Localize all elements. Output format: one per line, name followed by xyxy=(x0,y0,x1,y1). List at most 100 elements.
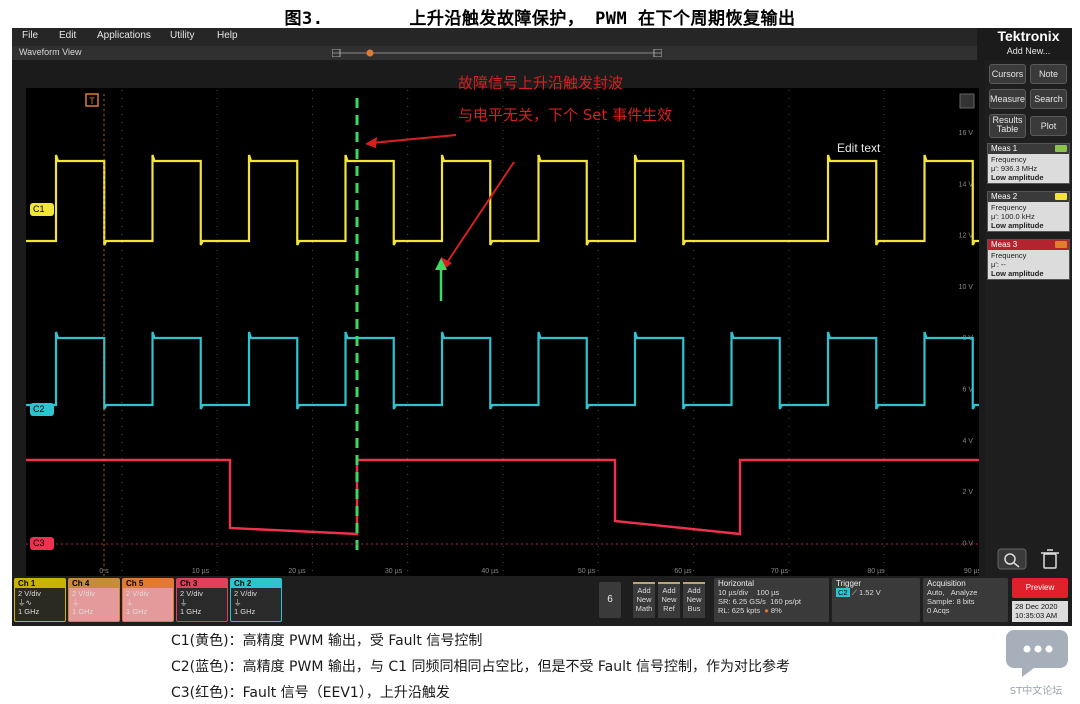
x-tick-label: 70 µs xyxy=(771,568,789,575)
meas-2-status: Low amplitude xyxy=(991,221,1044,230)
ch2-coupling-icon: ⏚ xyxy=(234,598,242,607)
ch3-badge-title: Ch 3 xyxy=(177,579,227,588)
edit-text-label[interactable]: Edit text xyxy=(837,141,880,155)
x-tick-label: 60 µs xyxy=(674,568,692,575)
ch1-badge[interactable]: Ch 1 2 V/div ⏚∿ 1 GHz xyxy=(14,578,66,622)
x-tick-label: 80 µs xyxy=(867,568,885,575)
annotation-arrow-2 xyxy=(445,161,515,265)
cursors-button[interactable]: Cursors xyxy=(989,64,1026,84)
c1-waveform xyxy=(26,154,979,246)
add-new-label[interactable]: Add New... xyxy=(985,46,1072,56)
waveform-view-label: Waveform View xyxy=(19,47,82,57)
ch4-bw: 1 GHz xyxy=(72,607,94,616)
ch3-bw: 1 GHz xyxy=(180,607,202,616)
meas-1-status: Low amplitude xyxy=(991,173,1044,182)
preview-button[interactable]: Preview xyxy=(1012,578,1068,598)
ch4-coupling-icon: ⏚ xyxy=(72,598,80,607)
c2-marker[interactable]: C2 xyxy=(30,403,54,416)
acquisition-panel[interactable]: Acquisition Auto, Analyze Sample: 8 bits… xyxy=(923,578,1008,622)
menu-utility[interactable]: Utility xyxy=(170,30,194,41)
ch1-badge-title: Ch 1 xyxy=(15,579,65,588)
plot-button[interactable]: Plot xyxy=(1030,116,1067,136)
y-tick-label: 10 V xyxy=(959,284,974,291)
menu-help[interactable]: Help xyxy=(217,30,238,41)
trigger-source: C2 xyxy=(836,588,850,597)
ch3-badge[interactable]: Ch 3 2 V/div ⏚ 1 GHz xyxy=(176,578,228,622)
meas-3-title: Meas 3 xyxy=(991,240,1018,249)
meas-3-badge xyxy=(1055,241,1067,248)
ch1-coupling-icon: ⏚∿ xyxy=(18,598,32,607)
ch2-badge[interactable]: Ch 2 2 V/div ⏚ 1 GHz xyxy=(230,578,282,622)
meas-1-type: Frequency xyxy=(991,155,1027,164)
brand-logo: Tektronix xyxy=(997,28,1060,44)
results-table-button[interactable]: Results Table xyxy=(989,114,1026,138)
meas-1-panel[interactable]: Meas 1 Frequency μ': 936.3 MHz Low amplitu… xyxy=(987,143,1070,184)
meas-1-badge xyxy=(1055,145,1067,152)
ch3-coupling-icon: ⏚ xyxy=(180,598,188,607)
c3-marker[interactable]: C3 xyxy=(30,537,54,550)
ch4-badge[interactable]: Ch 4 2 V/div ⏚ 1 GHz xyxy=(68,578,120,622)
bottom-bar: Ch 1 2 V/div ⏚∿ 1 GHz Ch 4 2 V/div ⏚ 1 GHz C… xyxy=(12,576,1072,626)
note-button[interactable]: Note xyxy=(1030,64,1067,84)
annotation-line-1: 故障信号上升沿触发封波 xyxy=(458,74,624,92)
x-tick-label: 20 µs xyxy=(288,568,306,575)
ch5-bw: 1 GHz xyxy=(126,607,148,616)
meas-3-type: Frequency xyxy=(991,251,1027,260)
x-tick-label: 90 µs xyxy=(964,568,979,575)
annotation-arrow-1 xyxy=(370,134,457,144)
meas-3-value: μ': -- xyxy=(991,260,1006,269)
x-tick-label: 30 µs xyxy=(385,568,403,575)
zoom-icon[interactable] xyxy=(997,548,1027,570)
table-label: Table xyxy=(996,124,1019,134)
ch4-vdiv: 2 V/div xyxy=(72,589,95,598)
menu-bar: File Edit Applications Utility Help xyxy=(12,28,977,46)
x-tick-label: 10 µs xyxy=(192,568,210,575)
figure-title: 图3. 上升沿触发故障保护， PWM 在下个周期恢复输出 xyxy=(284,9,796,29)
expand-icon xyxy=(959,93,975,109)
trigger-panel[interactable]: Trigger C2 ⟋ 1.52 V xyxy=(832,578,920,622)
ch5-vdiv: 2 V/div xyxy=(126,589,149,598)
menu-applications[interactable]: Applications xyxy=(97,30,151,41)
annotation-line-2: 与电平无关，下个 Set 事件生效 xyxy=(458,106,673,124)
meas-2-title: Meas 2 xyxy=(991,192,1018,201)
horizontal-panel[interactable]: Horizontal 10 µs/div 100 µs SR: 6.25 GS/… xyxy=(714,578,829,622)
horizontal-title: Horizontal xyxy=(718,579,755,588)
more-channels-button[interactable]: 6 xyxy=(599,582,621,618)
caption-c1: C1(黄色)：高精度 PWM 输出，受 Fault 信号控制 xyxy=(171,633,483,649)
meas-2-panel[interactable]: Meas 2 Frequency μ': 100.0 kHz Low amplitu… xyxy=(987,191,1070,232)
menu-file[interactable]: File xyxy=(22,30,38,41)
trash-icon[interactable] xyxy=(1037,548,1063,570)
meas-3-status: Low amplitude xyxy=(991,269,1044,278)
ch2-bw: 1 GHz xyxy=(234,607,256,616)
trigger-edge-icon: ⟋ xyxy=(851,588,857,597)
ch5-badge[interactable]: Ch 5 2 V/div ⏚ 1 GHz xyxy=(122,578,174,622)
ch4-badge-title: Ch 4 xyxy=(69,579,119,588)
caption-c2: C2(蓝色)：高精度 PWM 输出，与 C1 同频同相同占空比，但是不受 Fau… xyxy=(171,659,790,675)
x-tick-label: 50 µs xyxy=(578,568,596,575)
add-new-bus-button[interactable]: Add New Bus xyxy=(683,582,705,618)
time-overview-bar[interactable] xyxy=(332,49,662,57)
c1-marker[interactable]: C1 xyxy=(30,203,54,216)
ch5-coupling-icon: ⏚ xyxy=(126,598,134,607)
meas-2-badge xyxy=(1055,193,1067,200)
trigger-title: Trigger xyxy=(836,579,862,588)
datetime-display: 28 Dec 2020 10:35:03 AM xyxy=(1012,601,1068,622)
ch2-vdiv: 2 V/div xyxy=(234,589,257,598)
measure-button[interactable]: Measure xyxy=(989,89,1026,109)
x-tick-label: 40 µs xyxy=(481,568,499,575)
add-new-ref-button[interactable]: Add New Ref xyxy=(658,582,680,618)
right-panel: Cursors Note Measure Search Results Tabl… xyxy=(985,60,1072,580)
waveform-svg: 16 V14 V12 V10 V8 V6 V4 V2 V0 V 0 s 10 µs… xyxy=(26,90,979,577)
search-button[interactable]: Search xyxy=(1030,89,1067,109)
menu-edit[interactable]: Edit xyxy=(59,30,76,41)
y-tick-label: 12 V xyxy=(959,233,974,240)
meas-1-value: μ': 936.3 MHz xyxy=(991,164,1038,173)
y-tick-label: 16 V xyxy=(959,130,974,137)
svg-text:T: T xyxy=(89,96,95,106)
waveform-plot[interactable]: 16 V 14 V 12 V 10 V8 V6 V4 V2 V0 V 0 s 10 µs… xyxy=(26,88,979,577)
meas-1-title: Meas 1 xyxy=(991,144,1018,153)
y-tick-label: 4 V xyxy=(962,438,973,445)
add-new-math-button[interactable]: Add New Math xyxy=(633,582,655,618)
meas-3-panel[interactable]: Meas 3 Frequency μ': -- Low amplitude xyxy=(987,239,1070,280)
y-tick-label: 14 V xyxy=(959,181,974,188)
